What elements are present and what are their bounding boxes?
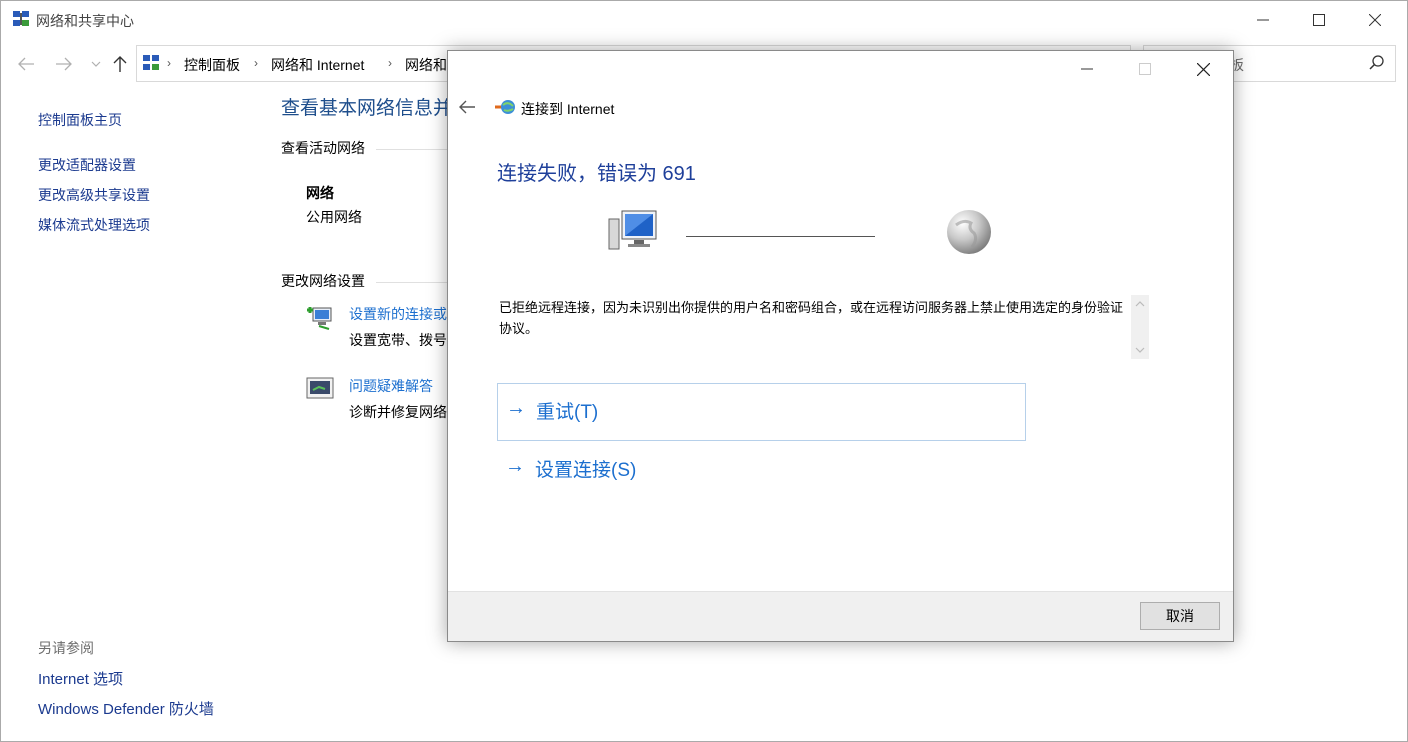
- retry-command-button[interactable]: → 重试(T): [497, 383, 1026, 441]
- globe-icon: [947, 210, 991, 254]
- forward-arrow-icon: [56, 57, 72, 71]
- change-adapter-settings-link[interactable]: 更改适配器设置: [38, 155, 136, 175]
- error-heading: 连接失败，错误为 691: [497, 163, 696, 185]
- active-networks-heading: 查看活动网络: [281, 140, 365, 156]
- dialog-close-button[interactable]: [1174, 51, 1232, 87]
- change-advanced-sharing-link[interactable]: 更改高级共享设置: [38, 185, 150, 205]
- section-divider: [376, 149, 448, 150]
- computer-icon: [608, 210, 657, 250]
- search-icon: [1369, 55, 1384, 70]
- retry-label: 重试(T): [536, 402, 599, 423]
- message-scrollbar[interactable]: [1131, 295, 1149, 359]
- minimize-button[interactable]: [1236, 1, 1290, 39]
- control-panel-home-link[interactable]: 控制面板主页: [38, 110, 122, 130]
- change-settings-heading: 更改网络设置: [281, 273, 365, 289]
- breadcrumb-separator-icon: ›: [167, 56, 171, 70]
- network-name: 网络: [306, 185, 334, 201]
- new-connection-icon: [307, 307, 332, 330]
- close-icon: [1369, 14, 1381, 26]
- internet-options-link[interactable]: Internet 选项: [38, 668, 123, 689]
- dialog-footer: 取消: [448, 591, 1233, 641]
- scroll-arrows-icon: [1135, 301, 1145, 353]
- dialog-minimize-button[interactable]: [1058, 51, 1116, 87]
- see-also-label: 另请参阅: [38, 640, 94, 656]
- close-icon: [1196, 62, 1210, 76]
- close-button[interactable]: [1348, 1, 1402, 39]
- maximize-button[interactable]: [1292, 1, 1346, 39]
- network-center-icon: [13, 11, 29, 26]
- page-title: 查看基本网络信息并: [281, 98, 453, 119]
- dialog-maximize-button: [1116, 51, 1174, 87]
- connection-line: [686, 236, 875, 237]
- connect-internet-icon: [495, 100, 515, 114]
- chevron-down-icon: [91, 61, 101, 67]
- error-message-box: 已拒绝远程连接，因为未识别出你提供的用户名和密码组合，或在远程访问服务器上禁止使…: [497, 295, 1149, 359]
- setup-connection-label: 设置连接(S): [535, 460, 637, 481]
- back-button[interactable]: [15, 53, 37, 75]
- up-button[interactable]: [109, 53, 131, 75]
- connect-to-internet-dialog: 连接到 Internet 连接失败，错误为 691 已拒绝远程连接，因为未识别出…: [447, 50, 1234, 642]
- troubleshoot-icon: [306, 377, 334, 399]
- section-divider: [376, 282, 448, 283]
- arrow-right-icon: →: [506, 397, 526, 419]
- minimize-icon: [1081, 68, 1093, 70]
- troubleshoot-link[interactable]: 问题疑难解答: [349, 376, 433, 396]
- setup-new-connection-link[interactable]: 设置新的连接或: [349, 304, 447, 324]
- minimize-icon: [1257, 19, 1269, 21]
- up-arrow-icon: [113, 56, 127, 72]
- troubleshoot-desc: 诊断并修复网络: [349, 404, 447, 420]
- forward-button[interactable]: [53, 53, 75, 75]
- recent-locations-button[interactable]: [85, 53, 107, 75]
- maximize-icon: [1139, 63, 1151, 75]
- setup-connection-command-button[interactable]: → 设置连接(S): [497, 449, 697, 485]
- breadcrumb-control-panel[interactable]: 控制面板: [184, 55, 240, 75]
- dialog-title: 连接到 Internet: [521, 101, 615, 117]
- breadcrumb-separator-icon: ›: [254, 56, 258, 70]
- arrow-right-icon: →: [505, 455, 525, 477]
- window-title: 网络和共享中心: [36, 13, 134, 29]
- error-message: 已拒绝远程连接，因为未识别出你提供的用户名和密码组合，或在远程访问服务器上禁止使…: [499, 300, 1124, 336]
- windows-defender-firewall-link[interactable]: Windows Defender 防火墙: [38, 698, 214, 719]
- breadcrumb-network-internet[interactable]: 网络和 Internet: [271, 55, 364, 75]
- breadcrumb-network-center[interactable]: 网络和: [405, 55, 447, 75]
- control-panel-icon: [143, 55, 159, 70]
- maximize-icon: [1313, 14, 1325, 26]
- back-arrow-icon: [18, 57, 34, 71]
- cancel-button[interactable]: 取消: [1140, 602, 1220, 630]
- network-type: 公用网络: [306, 209, 362, 225]
- title-bar: 网络和共享中心: [1, 1, 1407, 39]
- dialog-back-arrow-icon[interactable]: [458, 98, 476, 116]
- breadcrumb-separator-icon: ›: [388, 56, 392, 70]
- setup-new-connection-desc: 设置宽带、拨号: [349, 332, 447, 348]
- media-streaming-options-link[interactable]: 媒体流式处理选项: [38, 215, 150, 235]
